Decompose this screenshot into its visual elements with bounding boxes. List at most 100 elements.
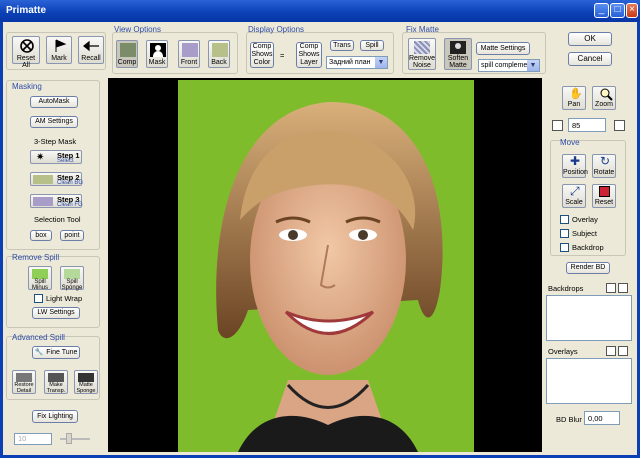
pan-button[interactable]: ✋ Pan [562,86,586,110]
soften-matte-label: Soften Matte [447,55,469,69]
lighting-slider-track[interactable] [60,438,90,440]
comp-shows-layer-label: Comp Shows Layer [298,43,320,66]
point-button[interactable]: point [60,230,84,241]
restore-detail-label: Restore Detail [14,382,34,394]
rotate-label: Rotate [593,169,615,176]
make-transp-label: Make Transp. [46,382,66,394]
position-button[interactable]: ✚ Position [562,154,588,178]
comp-shows-color-button[interactable]: Comp Shows Color [250,42,274,68]
matte-sponge-button[interactable]: Matte Sponge [74,370,98,394]
remove-noise-button[interactable]: Remove Noise [408,38,436,70]
green-screen-image [178,80,474,452]
overlay-checkbox[interactable] [560,215,569,224]
automask-button[interactable]: AutoMask [30,96,78,108]
rotate-icon: ↻ [600,154,611,168]
render-bd-button[interactable]: Render BD [566,262,610,274]
fix-lighting-label: Fix Lighting [37,412,73,420]
advanced-spill-title: Advanced Spill [12,333,65,342]
zoom-in-button[interactable] [614,120,625,131]
bd-blur-field[interactable]: 0,00 [584,411,620,425]
backdrops-remove-button[interactable] [618,283,628,293]
reset-move-button[interactable]: Reset [592,184,616,208]
subject-photo [216,101,443,452]
trans-label: Trans [333,41,351,49]
light-wrap-checkbox[interactable] [34,294,43,303]
overlays-remove-button[interactable] [618,346,628,356]
close-button[interactable]: × [626,3,638,18]
spill-button[interactable]: Spill [360,40,384,51]
spill-sponge-label: Spill Sponge [61,279,83,291]
spill-minus-button[interactable]: Spill Minus [28,266,52,291]
lighting-value-field[interactable]: 10 [14,433,52,445]
rotate-button[interactable]: ↻ Rotate [592,154,616,178]
subject-checkbox[interactable] [560,229,569,238]
fix-matte-title: Fix Matte [406,25,439,34]
automask-label: AutoMask [38,98,70,106]
backdrops-add-button[interactable] [606,283,616,293]
trans-button[interactable]: Trans [330,40,354,51]
matte-settings-button[interactable]: Matte Settings [476,42,530,55]
maximize-button[interactable]: □ [610,3,625,18]
fix-lighting-button[interactable]: Fix Lighting [32,410,78,423]
make-transp-button[interactable]: Make Transp. [44,370,68,394]
remove-noise-label: Remove Noise [409,55,436,69]
soften-matte-button[interactable]: Soften Matte [444,38,472,70]
wrench-icon: 🔧 [34,348,44,356]
recall-button[interactable]: Recall [78,36,104,64]
backdrops-title: Backdrops [548,284,584,293]
restore-detail-button[interactable]: Restore Detail [12,370,36,394]
spill-minus-label: Spill Minus [31,279,48,291]
restore-detail-icon [16,373,32,382]
step3-button[interactable]: Step 3 Clean FG [30,194,83,208]
step2-button[interactable]: Step 2 Clean BG [30,172,83,186]
mask-button[interactable]: Mask [146,40,168,68]
spill-minus-icon [32,269,48,279]
fine-tune-button[interactable]: 🔧 Fine Tune [32,346,80,359]
reset-all-button[interactable]: Reset All [12,36,40,69]
scale-button[interactable]: ⤢ Scale [562,184,586,208]
gear-icon: ✷ [36,152,45,163]
reset-icon [20,39,34,53]
backdrops-list[interactable] [546,295,632,341]
bd-blur-label: BD Blur [556,415,582,424]
comp-thumb-icon [120,43,136,57]
recall-icon [83,40,99,52]
zoom-button[interactable]: Zoom [592,86,616,110]
lighting-slider-thumb[interactable] [66,433,72,444]
reset-all-label: Reset All [16,55,36,69]
box-label: box [35,231,47,239]
back-button[interactable]: Back [208,40,230,68]
box-button[interactable]: box [30,230,52,241]
mark-button[interactable]: Mark [46,36,72,64]
zoom-value-field[interactable]: 85 [568,118,606,132]
lw-settings-button[interactable]: LW Settings [32,307,80,319]
layer-select[interactable]: Задний план ▼ [326,56,388,69]
am-settings-button[interactable]: AM Settings [30,116,78,128]
step1-sub: Select [57,158,74,164]
overlays-add-button[interactable] [606,346,616,356]
spill-mode-select[interactable]: spill complement ▼ [478,59,540,72]
sponge-icon [64,269,80,279]
magnifier-icon [600,88,613,101]
clean-bg-icon [33,175,53,184]
cancel-button[interactable]: Cancel [568,52,612,66]
ok-button[interactable]: OK [568,32,612,46]
am-settings-label: AM Settings [35,118,73,126]
cancel-label: Cancel [577,53,603,63]
comp-button[interactable]: Comp [116,40,138,68]
chevron-down-icon: ▼ [375,57,387,68]
front-button[interactable]: Front [178,40,200,68]
zoom-out-button[interactable] [552,120,563,131]
title-bar: Primatte _ □ × [0,0,640,22]
front-thumb-icon [182,43,198,57]
spill-sponge-button[interactable]: Spill Sponge [60,266,84,291]
noise-icon [414,41,430,54]
overlays-list[interactable] [546,358,632,404]
minimize-button[interactable]: _ [594,3,609,18]
backdrop-checkbox[interactable] [560,243,569,252]
image-viewer[interactable] [108,78,542,452]
comp-shows-layer-button[interactable]: Comp Shows Layer [296,42,322,68]
step1-button[interactable]: ✷ Step 1 Select [30,150,82,164]
window-title: Primatte [6,5,47,16]
reset-x-icon [599,186,610,197]
